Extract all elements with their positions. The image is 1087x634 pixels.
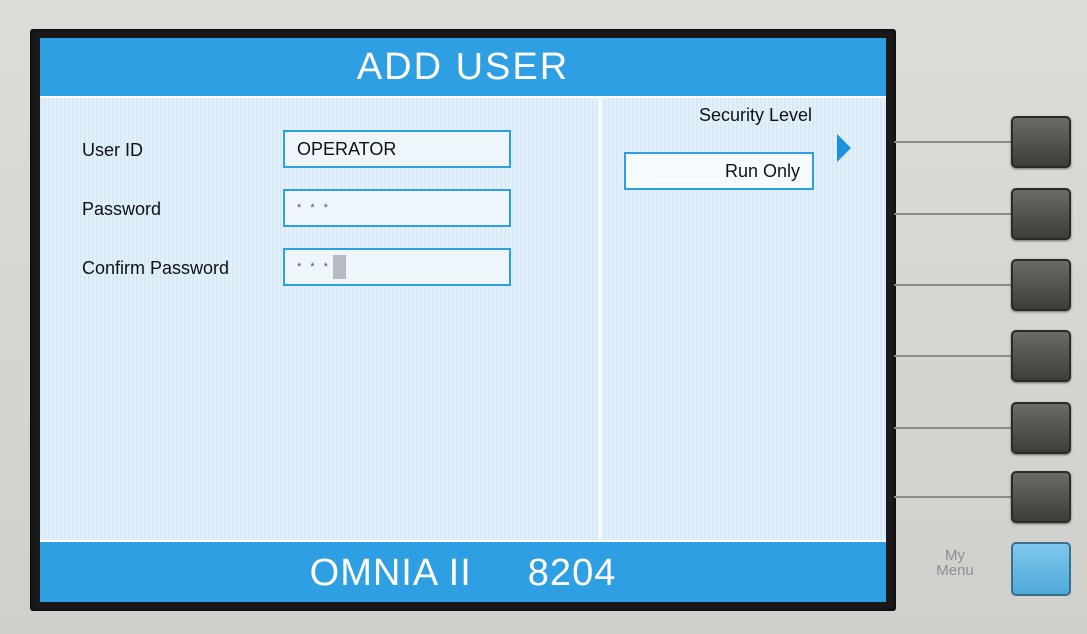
security-level-label: Security Level	[698, 105, 812, 125]
panel-divider	[598, 98, 602, 540]
softkey-4-button[interactable]	[1011, 330, 1071, 382]
softkey-1-button[interactable]	[1011, 116, 1071, 168]
my-menu-label-line2: Menu	[936, 562, 974, 579]
softkey-6-button[interactable]	[1011, 471, 1071, 523]
brand-name: OMNIA II	[309, 551, 472, 594]
softkey-line-2	[894, 213, 1012, 215]
softkey-5-button[interactable]	[1011, 402, 1071, 454]
page-title: ADD USER	[356, 45, 570, 88]
text-cursor	[332, 255, 346, 279]
softkey-line-6	[894, 496, 1012, 498]
password-label: Password	[82, 199, 162, 219]
softkey-line-4	[894, 355, 1012, 357]
content-area: User ID OPERATOR Password * * * Confirm …	[40, 98, 886, 540]
security-level-value: Run Only	[724, 160, 800, 181]
password-value: * * *	[297, 202, 331, 214]
model-number: 8204	[527, 551, 617, 594]
header-bar: ADD USER	[40, 38, 886, 98]
triangle-right-icon[interactable]	[837, 134, 851, 162]
password-field[interactable]: * * *	[283, 189, 511, 227]
softkey-line-5	[894, 427, 1012, 429]
softkey-line-1	[894, 141, 1012, 143]
my-menu-button[interactable]	[1011, 542, 1071, 596]
confirm-password-label: Confirm Password	[82, 258, 230, 278]
footer-bar: OMNIA II 8204	[40, 540, 886, 602]
user-id-label: User ID	[82, 140, 144, 160]
my-menu-label-line1: My	[945, 547, 965, 564]
confirm-password-value: * * *	[297, 261, 331, 273]
confirm-password-field[interactable]: * * *	[283, 248, 511, 286]
user-id-value: OPERATOR	[297, 138, 397, 159]
security-level-field[interactable]: Run Only	[624, 152, 814, 190]
user-id-field[interactable]: OPERATOR	[283, 130, 511, 168]
my-menu-label: My Menu	[925, 548, 985, 578]
lcd-screen: ADD USER User ID OPERATOR Password * * *…	[40, 38, 886, 602]
softkey-line-3	[894, 284, 1012, 286]
softkey-3-button[interactable]	[1011, 259, 1071, 311]
softkey-2-button[interactable]	[1011, 188, 1071, 240]
